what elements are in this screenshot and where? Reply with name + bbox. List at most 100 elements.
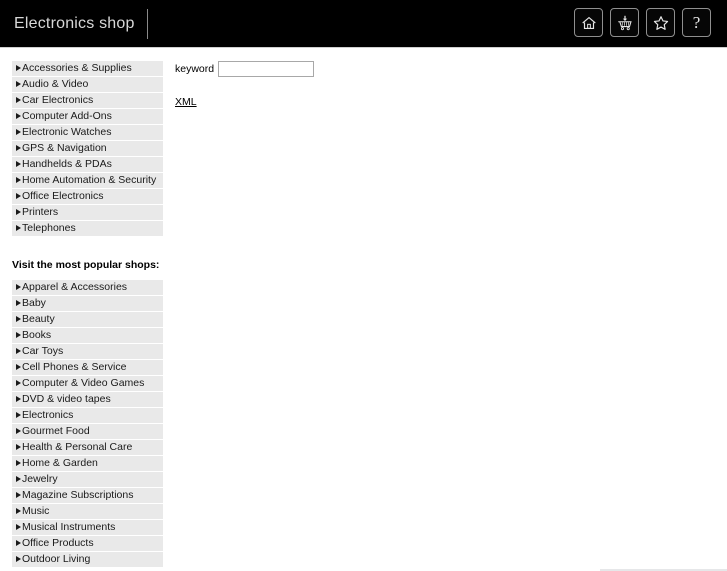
search-row: keyword xyxy=(175,60,715,78)
popular-shop-item-label: Music xyxy=(22,505,50,517)
triangle-right-icon xyxy=(16,491,21,498)
category-item[interactable]: Car Electronics xyxy=(12,93,163,109)
category-item-label: Car Electronics xyxy=(22,94,94,106)
category-list: Accessories & Supplies Audio & Video Car E… xyxy=(12,60,163,237)
popular-shop-item-label: Home & Garden xyxy=(22,457,98,469)
triangle-right-icon xyxy=(16,411,21,418)
popular-shop-item-label: Gourmet Food xyxy=(22,425,90,437)
popular-shops-heading: Visit the most popular shops: xyxy=(12,259,160,271)
category-item-label: Handhelds & PDAs xyxy=(22,158,112,170)
category-item[interactable]: Printers xyxy=(12,205,163,221)
popular-shop-item[interactable]: Computer & Video Games xyxy=(12,376,163,392)
help-icon-glyph: ? xyxy=(692,13,701,32)
popular-shop-item-label: Baby xyxy=(22,297,46,309)
popular-shop-item-label: Magazine Subscriptions xyxy=(22,489,134,501)
popular-shop-item[interactable]: Electronics xyxy=(12,408,163,424)
page-title: Electronics shop xyxy=(14,14,135,32)
popular-shop-item-label: Beauty xyxy=(22,313,55,325)
popular-shop-item-label: Musical Instruments xyxy=(22,521,116,533)
category-item-label: Home Automation & Security xyxy=(22,174,157,186)
triangle-right-icon xyxy=(16,144,21,151)
header-divider xyxy=(146,8,148,39)
popular-shop-item[interactable]: Beauty xyxy=(12,312,163,328)
category-item[interactable]: Home Automation & Security xyxy=(12,173,163,189)
triangle-right-icon xyxy=(16,395,21,402)
popular-shop-item[interactable]: Health & Personal Care xyxy=(12,440,163,456)
triangle-right-icon xyxy=(16,128,21,135)
category-item[interactable]: Accessories & Supplies xyxy=(12,61,163,77)
popular-shop-item[interactable]: Apparel & Accessories xyxy=(12,280,163,296)
popular-shop-item[interactable]: Jewelry xyxy=(12,472,163,488)
popular-shop-item[interactable]: Magazine Subscriptions xyxy=(12,488,163,504)
category-item[interactable]: Computer Add-Ons xyxy=(12,109,163,125)
category-item-label: Electronic Watches xyxy=(22,126,112,138)
triangle-right-icon xyxy=(16,507,21,514)
category-item-label: Audio & Video xyxy=(22,78,89,90)
sidebar: Accessories & Supplies Audio & Video Car E… xyxy=(12,60,163,568)
home-icon[interactable] xyxy=(574,8,603,37)
cart-icon[interactable] xyxy=(610,8,639,37)
popular-shop-item[interactable]: Car Toys xyxy=(12,344,163,360)
popular-shop-item[interactable]: Office Products xyxy=(12,536,163,552)
popular-shop-item[interactable]: Cell Phones & Service xyxy=(12,360,163,376)
category-item[interactable]: GPS & Navigation xyxy=(12,141,163,157)
category-item-label: Printers xyxy=(22,206,59,218)
popular-shop-item[interactable]: Musical Instruments xyxy=(12,520,163,536)
xml-link[interactable]: XML xyxy=(175,96,197,108)
triangle-right-icon xyxy=(16,347,21,354)
popular-shop-item[interactable]: Books xyxy=(12,328,163,344)
triangle-right-icon xyxy=(16,192,21,199)
triangle-right-icon xyxy=(16,379,21,386)
triangle-right-icon xyxy=(16,363,21,370)
popular-shop-item-label: Electronics xyxy=(22,409,74,421)
popular-shop-item[interactable]: Home & Garden xyxy=(12,456,163,472)
keyword-label: keyword xyxy=(175,63,215,75)
popular-shop-item[interactable]: DVD & video tapes xyxy=(12,392,163,408)
popular-shop-item-label: Car Toys xyxy=(22,345,64,357)
triangle-right-icon xyxy=(16,555,21,562)
popular-shop-item[interactable]: Gourmet Food xyxy=(12,424,163,440)
triangle-right-icon xyxy=(16,283,21,290)
triangle-right-icon xyxy=(16,64,21,71)
triangle-right-icon xyxy=(16,459,21,466)
triangle-right-icon xyxy=(16,523,21,530)
popular-shop-item-label: Books xyxy=(22,329,52,341)
category-item[interactable]: Telephones xyxy=(12,221,163,237)
search-input[interactable] xyxy=(218,61,315,77)
help-icon[interactable]: ? xyxy=(682,8,711,37)
main-content: keyword XML xyxy=(175,60,715,108)
popular-shop-item-label: Apparel & Accessories xyxy=(22,281,128,293)
triangle-right-icon xyxy=(16,475,21,482)
category-item-label: Accessories & Supplies xyxy=(22,62,132,74)
popular-shop-item-label: Computer & Video Games xyxy=(22,377,145,389)
triangle-right-icon xyxy=(16,315,21,322)
triangle-right-icon xyxy=(16,112,21,119)
category-item[interactable]: Electronic Watches xyxy=(12,125,163,141)
category-item-label: GPS & Navigation xyxy=(22,142,107,154)
triangle-right-icon xyxy=(16,299,21,306)
triangle-right-icon xyxy=(16,96,21,103)
popular-shop-item[interactable]: Music xyxy=(12,504,163,520)
popular-shops-list: Apparel & Accessories Baby Beauty Books Car … xyxy=(12,279,163,568)
popular-shop-item-label: Cell Phones & Service xyxy=(22,361,127,373)
triangle-right-icon xyxy=(16,331,21,338)
triangle-right-icon xyxy=(16,160,21,167)
category-item[interactable]: Office Electronics xyxy=(12,189,163,205)
category-item[interactable]: Handhelds & PDAs xyxy=(12,157,163,173)
triangle-right-icon xyxy=(16,427,21,434)
popular-shop-item-label: Jewelry xyxy=(22,473,58,485)
triangle-right-icon xyxy=(16,443,21,450)
header-icon-group: ? xyxy=(574,8,711,37)
star-icon[interactable] xyxy=(646,8,675,37)
triangle-right-icon xyxy=(16,80,21,87)
category-item-label: Telephones xyxy=(22,222,76,234)
popular-shop-item[interactable]: Outdoor Living xyxy=(12,552,163,568)
popular-shop-item-label: DVD & video tapes xyxy=(22,393,111,405)
category-item-label: Office Electronics xyxy=(22,190,104,202)
triangle-right-icon xyxy=(16,176,21,183)
category-item[interactable]: Audio & Video xyxy=(12,77,163,93)
popular-shop-item[interactable]: Baby xyxy=(12,296,163,312)
category-item-label: Computer Add-Ons xyxy=(22,110,112,122)
app-header: Electronics shop ? xyxy=(0,0,727,48)
popular-shop-item-label: Office Products xyxy=(22,537,94,549)
